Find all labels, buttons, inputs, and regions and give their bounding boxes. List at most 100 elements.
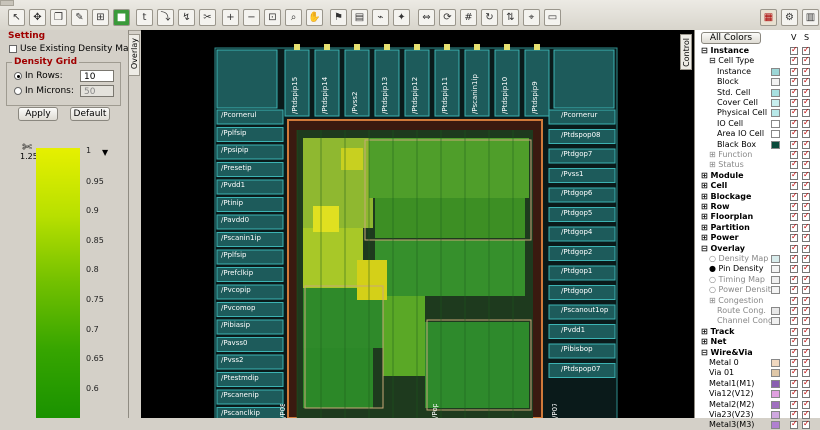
visible-checkbox[interactable] — [790, 191, 798, 201]
selectable-checkbox[interactable] — [802, 139, 810, 149]
layer-row[interactable]: Via12(V12) — [695, 388, 820, 399]
layer-color-swatch[interactable] — [771, 359, 780, 367]
measure-icon[interactable]: ⇔ — [418, 9, 435, 26]
layer-color-swatch[interactable] — [771, 265, 780, 274]
layer-row[interactable]: Route Cong. — [695, 305, 820, 316]
visible-checkbox[interactable] — [790, 55, 798, 66]
selectable-checkbox[interactable] — [802, 201, 810, 211]
pan-icon[interactable]: ✋ — [306, 9, 323, 26]
layer-row[interactable]: ● Pin Density — [695, 263, 820, 274]
layer-row[interactable]: ⊞ Row — [695, 201, 820, 212]
visible-checkbox[interactable] — [790, 87, 798, 97]
apply-button[interactable]: Apply — [18, 107, 58, 121]
rotate-icon[interactable]: ↻ — [481, 9, 498, 26]
tree-expander-icon[interactable]: ⊞ — [701, 233, 711, 242]
selectable-checkbox[interactable] — [802, 419, 810, 430]
selectable-checkbox[interactable] — [802, 191, 810, 201]
tree-expander-icon[interactable]: ⊞ — [701, 192, 711, 201]
default-button[interactable]: Default — [70, 107, 110, 121]
green-layer-icon[interactable]: ■ — [113, 9, 130, 26]
layer-row[interactable]: ⊞ Blockage — [695, 191, 820, 202]
selectable-checkbox[interactable] — [802, 180, 810, 191]
layer-row[interactable]: ○ Density Map — [695, 253, 820, 264]
visible-checkbox[interactable] — [790, 107, 798, 118]
selectable-checkbox[interactable] — [802, 55, 810, 66]
layer-color-swatch[interactable] — [771, 119, 780, 128]
layer-color-swatch[interactable] — [771, 78, 780, 87]
in-microns-option[interactable]: In Microns: — [14, 86, 74, 96]
tree-expander-icon[interactable]: ⊟ — [701, 244, 711, 253]
tree-expander-icon[interactable]: ⊟ — [709, 56, 718, 65]
layer-color-swatch[interactable] — [771, 379, 780, 388]
visible-checkbox[interactable] — [790, 253, 798, 263]
layer-row[interactable]: Metal 0 — [695, 357, 820, 368]
tree-expander-icon[interactable]: ⊞ — [701, 337, 711, 346]
visible-checkbox[interactable] — [790, 180, 798, 191]
zoom-fit-icon[interactable]: ⊡ — [264, 9, 281, 26]
layer-row[interactable]: ⊞ Module — [695, 170, 820, 181]
in-rows-option[interactable]: In Rows: — [14, 71, 63, 81]
layer-color-swatch[interactable] — [771, 255, 780, 263]
tree-expander-icon[interactable]: ⊞ — [701, 212, 711, 221]
selectable-checkbox[interactable] — [802, 87, 810, 97]
tree-expander-icon[interactable]: ⊞ — [709, 160, 718, 169]
selectable-checkbox[interactable] — [802, 336, 810, 347]
visible-checkbox[interactable] — [790, 128, 798, 139]
layer-color-swatch[interactable] — [771, 286, 780, 295]
visible-checkbox[interactable] — [790, 45, 798, 55]
layout-canvas[interactable]: /Ptdspip15/Ptdspip14/Pvss2/Ptdspip13/Ptd… — [141, 30, 694, 418]
in-rows-input[interactable]: 10 — [80, 70, 114, 82]
cut-tool-icon[interactable]: ✂ — [199, 9, 216, 26]
text-tool-icon[interactable]: t — [136, 9, 153, 26]
layer-row[interactable]: ⊞ Track — [695, 326, 820, 337]
window-icon[interactable]: ▭ — [544, 9, 561, 26]
layer-row[interactable]: Physical Cell — [695, 107, 820, 118]
visible-checkbox[interactable] — [790, 367, 798, 378]
layer-row[interactable]: ⊟ Cell Type — [695, 55, 820, 66]
net-icon[interactable]: ⌁ — [372, 9, 389, 26]
layer-color-swatch[interactable] — [771, 109, 780, 118]
visible-checkbox[interactable] — [790, 357, 798, 367]
settings-view-icon[interactable]: ⚙ — [781, 9, 798, 26]
layer-row[interactable]: ⊞ Net — [695, 336, 820, 347]
selectable-checkbox[interactable] — [802, 97, 810, 107]
selectable-checkbox[interactable] — [802, 399, 810, 409]
visible-checkbox[interactable] — [790, 243, 798, 253]
layer-color-swatch[interactable] — [771, 140, 780, 149]
layer-row[interactable]: ⊞ Partition — [695, 222, 820, 233]
panel-view-icon[interactable]: ▥ — [802, 9, 819, 26]
selectable-checkbox[interactable] — [802, 243, 810, 253]
redraw-icon[interactable]: ⟳ — [439, 9, 456, 26]
visible-checkbox[interactable] — [790, 419, 798, 430]
visible-checkbox[interactable] — [790, 232, 798, 243]
selectable-checkbox[interactable] — [802, 232, 810, 243]
layer-row[interactable]: Area IO Cell — [695, 128, 820, 139]
snap-icon[interactable]: ⌖ — [523, 9, 540, 26]
layer-row[interactable]: ○ Timing Map — [695, 274, 820, 285]
layer-row[interactable]: Black Box — [695, 139, 820, 150]
overlay-tab[interactable]: Overlay — [128, 34, 140, 76]
layer-row[interactable]: Channel Cong. — [695, 315, 820, 326]
visible-checkbox[interactable] — [790, 159, 798, 170]
visible-checkbox[interactable] — [790, 336, 798, 347]
in-microns-input[interactable]: 50 — [80, 85, 114, 97]
visible-checkbox[interactable] — [790, 201, 798, 211]
tree-expander-icon[interactable]: ⊞ — [709, 296, 718, 305]
layer-row[interactable]: ⊞ Congestion — [695, 295, 820, 306]
tree-expander-icon[interactable]: ⊟ — [701, 348, 711, 357]
use-existing-checkbox[interactable] — [9, 44, 17, 53]
layer-row[interactable]: Via 01 — [695, 367, 820, 378]
visible-checkbox[interactable] — [790, 170, 798, 180]
tree-expander-icon[interactable]: ○ — [709, 254, 719, 263]
visible-checkbox[interactable] — [790, 263, 798, 274]
selectable-checkbox[interactable] — [802, 170, 810, 180]
legend-pointer-icon[interactable]: ▼ — [102, 148, 108, 157]
visible-checkbox[interactable] — [790, 399, 798, 409]
layer-row[interactable]: ⊞ Function — [695, 149, 820, 160]
visible-checkbox[interactable] — [790, 222, 798, 232]
in-rows-radio[interactable] — [14, 71, 22, 80]
selectable-checkbox[interactable] — [802, 347, 810, 357]
selectable-checkbox[interactable] — [802, 295, 810, 305]
visible-checkbox[interactable] — [790, 315, 798, 326]
layer-color-swatch[interactable] — [771, 421, 780, 430]
